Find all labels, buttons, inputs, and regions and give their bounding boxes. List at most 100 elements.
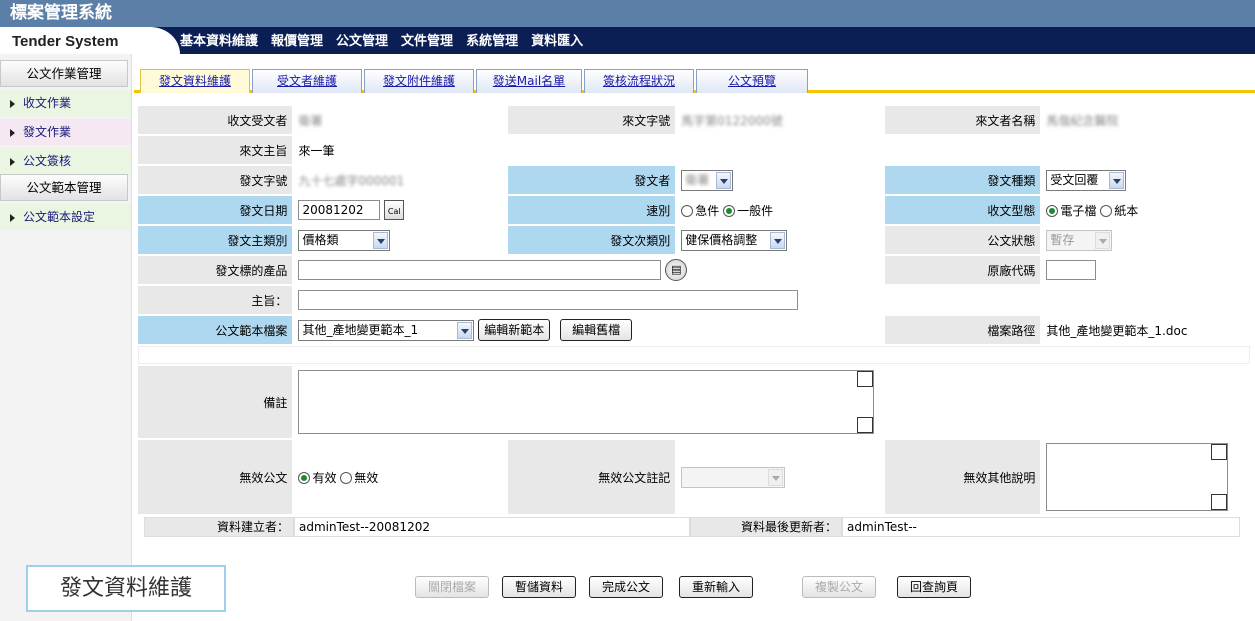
sidebar-item-receive[interactable]: 收文作業 bbox=[0, 90, 131, 116]
triangle-right-icon bbox=[10, 99, 15, 108]
date-label: 發文日期 bbox=[138, 196, 293, 224]
speed-urgent-label: 急件 bbox=[695, 203, 720, 218]
chevron-down-icon bbox=[768, 468, 784, 486]
status-label: 公文狀態 bbox=[885, 226, 1041, 254]
spacer-row bbox=[138, 346, 1250, 364]
menu-documents[interactable]: 公文管理 bbox=[336, 27, 388, 54]
status-select-value: 暫存 bbox=[1050, 232, 1075, 247]
template-label: 公文範本檔案 bbox=[138, 316, 293, 344]
invalid-option-label: 無效 bbox=[354, 470, 379, 485]
factory-label: 原廠代碼 bbox=[885, 256, 1041, 284]
audit-row: 資料建立者： adminTest--20081202 資料最後更新者： admi… bbox=[138, 516, 1250, 538]
tab-sign-flow[interactable]: 簽核流程狀況 bbox=[584, 69, 694, 93]
action-buttons: 關閉檔案 暫儲資料 完成公文 重新輸入 複製公文 回查詢頁 bbox=[134, 576, 1255, 604]
page-caption: 發文資料維護 bbox=[26, 565, 226, 612]
updater-value: adminTest-- bbox=[842, 517, 1240, 537]
sidebar-item-label: 發文作業 bbox=[23, 125, 72, 139]
close-file-button[interactable]: 關閉檔案 bbox=[415, 576, 489, 598]
edit-old-file-button[interactable]: 編輯舊檔 bbox=[560, 319, 633, 341]
status-select[interactable]: 暫存 bbox=[1046, 229, 1113, 251]
template-select[interactable]: 其他_產地變更範本_1 bbox=[298, 319, 475, 341]
incoming-subject-value: 來一筆 bbox=[294, 136, 1250, 164]
scroll-up-icon[interactable] bbox=[1211, 444, 1228, 460]
calendar-icon[interactable]: Cal bbox=[384, 200, 405, 221]
doc-type-select[interactable]: 受文回覆 bbox=[1046, 169, 1127, 191]
tab-preview[interactable]: 公文預覽 bbox=[696, 69, 808, 93]
doc-no-label: 發文字號 bbox=[138, 166, 293, 194]
sender-select[interactable]: 衛署 bbox=[681, 169, 734, 191]
sidebar-item-sign[interactable]: 公文簽核 bbox=[0, 148, 131, 174]
invalid-radio[interactable] bbox=[340, 472, 353, 484]
invalid-other-textarea[interactable] bbox=[1046, 443, 1229, 511]
top-menu: 基本資料維護 報價管理 公文管理 文件管理 系統管理 資料匯入 bbox=[180, 27, 596, 54]
valid-radio[interactable] bbox=[298, 472, 311, 484]
invalid-other-label: 無效其他說明 bbox=[885, 440, 1041, 514]
format-paper-label: 紙本 bbox=[1114, 203, 1139, 218]
valid-label: 有效 bbox=[312, 470, 337, 485]
save-draft-button[interactable]: 暫儲資料 bbox=[502, 576, 576, 598]
sender-name-value: 馬偕紀念醫院 bbox=[1042, 106, 1250, 134]
menu-quotation[interactable]: 報價管理 bbox=[271, 27, 323, 54]
sender-label: 發文者 bbox=[508, 166, 676, 194]
creator-value: adminTest--20081202 bbox=[294, 517, 690, 537]
format-label: 收文型態 bbox=[885, 196, 1041, 224]
date-input[interactable] bbox=[298, 199, 381, 220]
chevron-down-icon bbox=[716, 171, 732, 189]
triangle-right-icon bbox=[10, 128, 15, 137]
sidebar-section-template[interactable]: 公文範本管理 bbox=[0, 174, 128, 201]
remark-empty bbox=[885, 366, 1250, 438]
sender-select-value: 衛署 bbox=[685, 172, 710, 187]
scroll-down-icon[interactable] bbox=[1211, 494, 1228, 510]
sub-cat-select[interactable]: 健保價格調整 bbox=[681, 229, 788, 251]
tab-send-data[interactable]: 發文資料維護 bbox=[140, 69, 250, 93]
path-label: 檔案路徑 bbox=[885, 316, 1041, 344]
factory-code-input[interactable] bbox=[1046, 260, 1097, 280]
main-cat-select[interactable]: 價格類 bbox=[298, 229, 391, 251]
speed-urgent-radio[interactable] bbox=[681, 205, 694, 217]
incoming-no-value: 馬字第0122000號 bbox=[677, 106, 884, 134]
copy-document-button[interactable]: 複製公文 bbox=[802, 576, 876, 598]
menu-import[interactable]: 資料匯入 bbox=[531, 27, 583, 54]
speed-normal-label: 一般件 bbox=[737, 203, 774, 218]
edit-new-template-button[interactable]: 編輯新範本 bbox=[478, 319, 551, 341]
complete-document-button[interactable]: 完成公文 bbox=[589, 576, 663, 598]
sidebar-item-label: 公文簽核 bbox=[23, 154, 72, 168]
menu-basic-data[interactable]: 基本資料維護 bbox=[180, 27, 258, 54]
format-electronic-radio[interactable] bbox=[1046, 205, 1059, 217]
product-input[interactable] bbox=[298, 259, 662, 280]
format-paper-radio[interactable] bbox=[1100, 205, 1113, 217]
tab-attachments[interactable]: 發文附件維護 bbox=[364, 69, 474, 93]
creator-label: 資料建立者： bbox=[144, 517, 294, 537]
reset-button[interactable]: 重新輸入 bbox=[679, 576, 753, 598]
main-content: 發文資料維護 受文者維護 發文附件維護 發送Mail名單 簽核流程狀況 公文預覽… bbox=[134, 64, 1255, 598]
remark-label: 備註 bbox=[138, 366, 293, 438]
sidebar-item-label: 公文範本設定 bbox=[23, 210, 96, 224]
incoming-subject-label: 來文主旨 bbox=[138, 136, 293, 164]
menu-system[interactable]: 系統管理 bbox=[466, 27, 518, 54]
sidebar-item-template-settings[interactable]: 公文範本設定 bbox=[0, 204, 131, 230]
tab-mail-list[interactable]: 發送Mail名單 bbox=[476, 69, 582, 93]
back-to-search-button[interactable]: 回查詢頁 bbox=[897, 576, 971, 598]
brand-logo: Tender System bbox=[0, 27, 180, 54]
main-cat-select-value: 價格類 bbox=[302, 232, 339, 247]
template-select-value: 其他_產地變更範本_1 bbox=[302, 322, 419, 337]
remark-textarea[interactable] bbox=[298, 370, 875, 434]
menu-files[interactable]: 文件管理 bbox=[401, 27, 453, 54]
tab-recipients[interactable]: 受文者維護 bbox=[252, 69, 362, 93]
scroll-up-icon[interactable] bbox=[857, 371, 874, 387]
chevron-down-icon bbox=[1109, 171, 1125, 189]
format-electronic-label: 電子檔 bbox=[1060, 203, 1097, 218]
tab-bar: 發文資料維護 受文者維護 發文附件維護 發送Mail名單 簽核流程狀況 公文預覽 bbox=[134, 64, 1255, 93]
sidebar-section-doc-ops[interactable]: 公文作業管理 bbox=[0, 60, 128, 87]
sidebar-item-label: 收文作業 bbox=[23, 96, 72, 110]
doc-no-value: 九十七處字000001 bbox=[294, 166, 507, 194]
speed-normal-radio[interactable] bbox=[723, 205, 736, 217]
invalid-note-select[interactable] bbox=[681, 466, 786, 488]
scroll-down-icon[interactable] bbox=[857, 417, 874, 433]
doc-type-label: 發文種類 bbox=[885, 166, 1041, 194]
product-lookup-icon[interactable]: ▤ bbox=[665, 259, 688, 281]
sidebar-item-send[interactable]: 發文作業 bbox=[0, 119, 131, 145]
subject-input[interactable] bbox=[298, 290, 799, 310]
speed-label: 速別 bbox=[508, 196, 676, 224]
subject-label: 主旨： bbox=[138, 286, 293, 314]
